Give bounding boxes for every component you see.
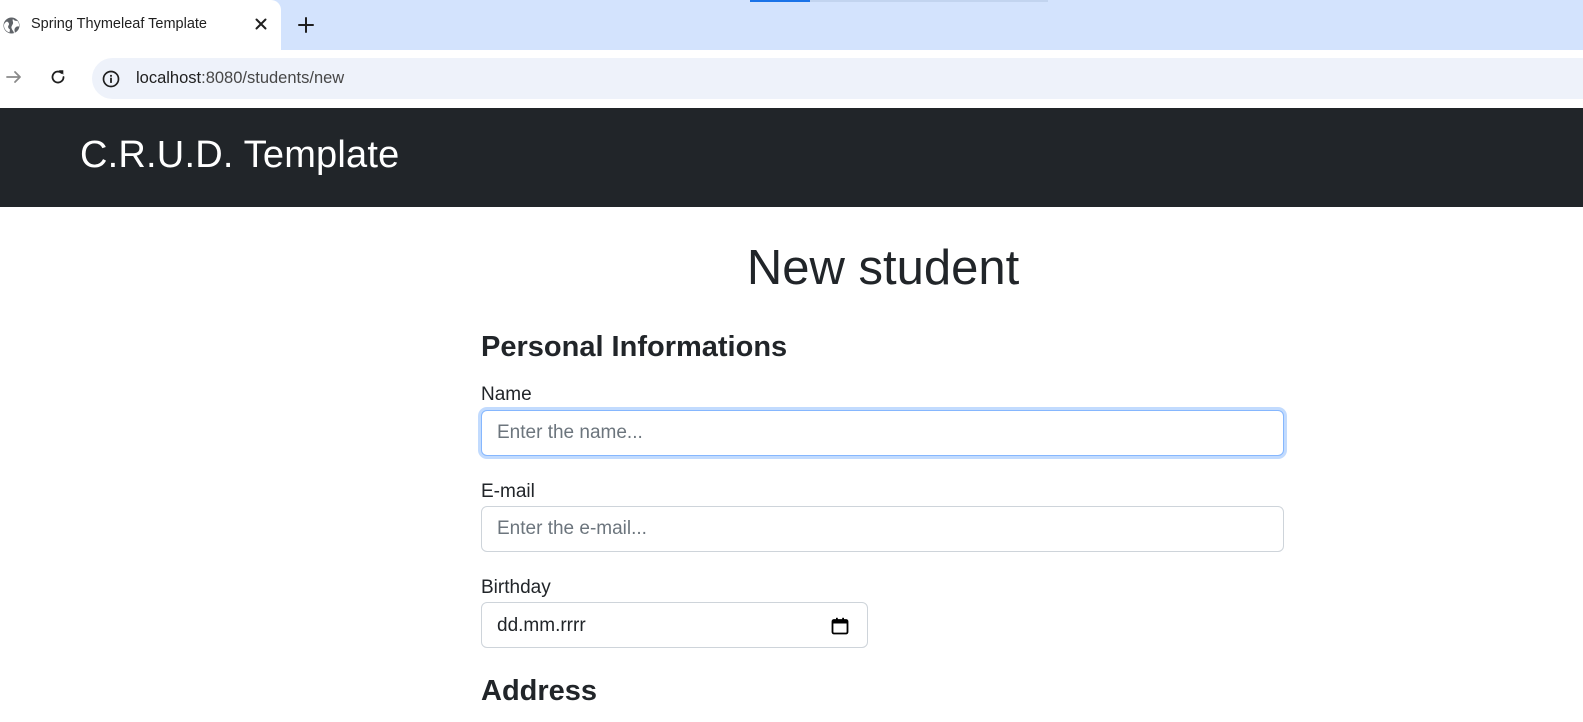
name-input[interactable] [481,410,1284,456]
birthday-label: Birthday [481,577,551,598]
close-icon[interactable] [251,14,271,34]
browser-tab-strip: Spring Thymeleaf Template [0,0,1583,50]
browser-toolbar: localhost:8080/students/new [0,50,1583,108]
reload-icon[interactable] [48,67,68,87]
navbar-brand[interactable]: C.R.U.D. Template [80,134,399,177]
birthday-value: dd.mm.rrrr [497,615,586,636]
name-label: Name [481,384,532,405]
url-path: :8080/students/new [201,69,345,87]
page-title: New student [746,241,1020,295]
tab-strip-indicator-track [810,0,1048,2]
info-icon[interactable] [101,69,121,89]
app-navbar: C.R.U.D. Template [0,108,1583,207]
personal-section-title: Personal Informations [481,331,788,363]
tab-strip-indicator [750,0,810,2]
email-label: E-mail [481,481,535,502]
email-input[interactable] [481,506,1284,552]
calendar-icon[interactable] [830,616,850,636]
url-host: localhost [136,69,202,87]
globe-icon [3,17,20,34]
address-bar[interactable]: localhost:8080/students/new [92,58,1583,99]
browser-tab[interactable]: Spring Thymeleaf Template [0,0,281,50]
birthday-date-input[interactable]: dd.mm.rrrr [481,602,868,648]
address-url[interactable]: localhost:8080/students/new [136,69,344,88]
arrow-right-icon[interactable] [4,67,24,87]
plus-icon[interactable] [296,14,316,36]
tab-title: Spring Thymeleaf Template [31,16,207,32]
address-section-title: Address [481,675,598,707]
